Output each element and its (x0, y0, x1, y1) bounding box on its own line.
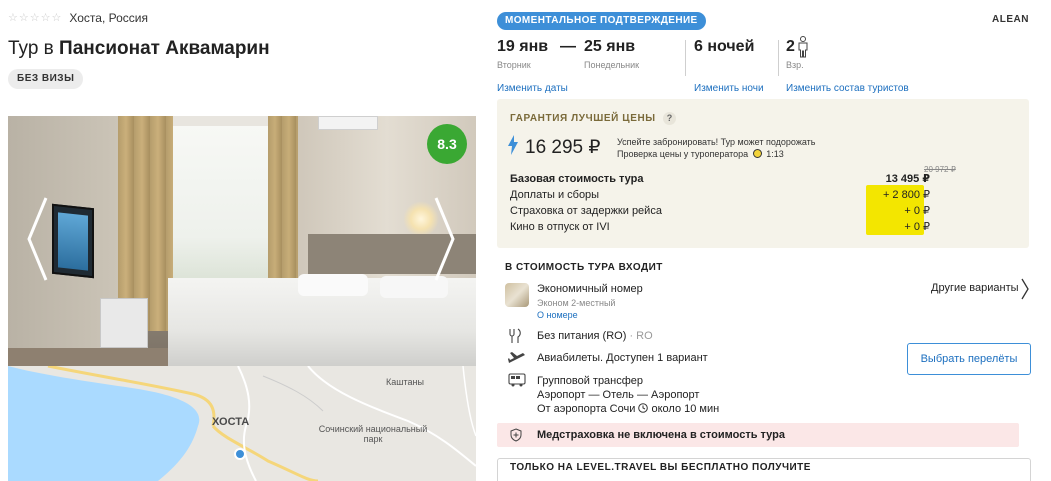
photo-air-conditioner (318, 116, 378, 130)
clock-icon (638, 403, 649, 413)
hotel-name[interactable]: Пансионат Аквамарин (59, 38, 270, 59)
photo-fridge (100, 298, 148, 348)
star-icon: ☆ (18, 11, 29, 24)
clock-icon (752, 149, 762, 158)
date-to: 25 янв Понедельник (584, 38, 639, 70)
date-to-day: Понедельник (584, 60, 640, 70)
total-price: 16 295 ₽ (525, 137, 601, 158)
room-details-link[interactable]: О номере (537, 310, 578, 320)
room-thumbnail[interactable] (505, 283, 529, 307)
price-row-value: 13 495 ₽ (885, 173, 930, 185)
transfer-duration: От аэропорта Сочи около 10 мин (537, 403, 719, 415)
nights-value: 6 ночей (694, 38, 755, 55)
price-row: Базовая стоимость тура 13 495 ₽ (510, 171, 930, 187)
price-check-label: Проверка цены у туроператора (617, 149, 749, 159)
price-row-value: + 0 ₽ (904, 221, 930, 233)
room-type: Эконом 2-местный (537, 298, 616, 308)
price-row-value: + 2 800 ₽ (882, 189, 930, 201)
star-icon: ☆ (8, 11, 18, 24)
map-label: Сочинский национальный парк (318, 424, 428, 444)
insurance-warning: Медстраховка не включена в стоимость тур… (497, 423, 1019, 447)
price-note: Успейте забронировать! Тур может подорож… (617, 136, 815, 160)
tourists-sub: Взр. (786, 60, 804, 70)
lightning-icon (508, 135, 518, 155)
date-from-value: 19 янв (497, 38, 549, 55)
change-nights-link[interactable]: Изменить ночи (694, 83, 764, 94)
hotel-column: ☆ ☆ ☆ ☆ ☆ Хоста, Россия Тур в Пансионат … (0, 0, 480, 481)
meal-plan-name: Без питания (RO) (537, 330, 627, 342)
date-dash: — (560, 38, 576, 55)
chevron-right-icon[interactable] (1020, 277, 1030, 301)
insurance-text: Медстраховка не включена в стоимость тур… (537, 429, 785, 441)
meal-plan: Без питания (RO) · RO (537, 330, 653, 342)
price-row-label: Доплаты и сборы (510, 189, 600, 201)
price-note-line2: Проверка цены у туроператора 1:13 (617, 148, 815, 160)
map-city-label: ХОСТА (212, 416, 250, 428)
photo-floor (8, 348, 168, 366)
best-price-guarantee: ГАРАНТИЯ ЛУЧШЕЙ ЦЕНЫ (510, 113, 656, 124)
tour-operator: ALEAN (992, 14, 1029, 25)
price-panel: ГАРАНТИЯ ЛУЧШЕЙ ЦЕНЫ ? 16 295 ₽ Успейте … (497, 99, 1029, 248)
price-row-value: + 0 ₽ (904, 205, 930, 217)
divider (778, 40, 779, 76)
meal-plan-code: · RO (629, 330, 653, 342)
shield-icon (510, 428, 522, 442)
chevron-right-icon[interactable] (434, 196, 456, 282)
change-tourists-link[interactable]: Изменить состав туристов (786, 83, 909, 94)
price-row-label: Страховка от задержки рейса (510, 205, 662, 217)
other-variants-link[interactable]: Другие варианты (931, 282, 1019, 294)
page-title: Тур в Пансионат Аквамарин (8, 38, 270, 60)
promo-panel: ТОЛЬКО НА LEVEL.TRAVEL ВЫ БЕСПЛАТНО ПОЛУ… (497, 458, 1031, 481)
flights-info: Авиабилеты. Доступен 1 вариант (537, 352, 708, 364)
bus-icon (508, 373, 526, 387)
photo-tv (52, 203, 94, 279)
price-breakdown: Базовая стоимость тура 13 495 ₽ Доплаты … (510, 171, 930, 235)
transfer-route: Аэропорт — Отель — Аэропорт (537, 389, 700, 401)
star-icon: ☆ (29, 11, 40, 24)
transfer-origin: От аэропорта Сочи (537, 403, 636, 415)
price-row: Страховка от задержки рейса + 0 ₽ (510, 203, 930, 219)
hotel-photo[interactable] (8, 116, 476, 366)
date-from: 19 янв Вторник (497, 38, 548, 70)
hotel-location: Хоста, Россия (69, 11, 148, 25)
price-row-label: Кино в отпуск от IVI (510, 221, 610, 233)
chevron-left-icon[interactable] (26, 196, 48, 282)
price-row: Доплаты и сборы + 2 800 ₽ (510, 187, 930, 203)
date-from-day: Вторник (497, 60, 531, 70)
star-rating: ☆ ☆ ☆ ☆ ☆ (8, 11, 62, 24)
promo-title: ТОЛЬКО НА LEVEL.TRAVEL ВЫ БЕСПЛАТНО ПОЛУ… (510, 462, 811, 473)
help-icon[interactable]: ? (663, 112, 676, 125)
map-label: Каштаны (386, 377, 424, 387)
price-check-timer: 1:13 (766, 149, 784, 159)
instant-confirmation-badge: МОМЕНТАЛЬНОЕ ПОДТВЕРЖДЕНИЕ (497, 12, 706, 30)
change-dates-link[interactable]: Изменить даты (497, 83, 568, 94)
dining-icon (509, 328, 521, 343)
photo-pillow (298, 274, 368, 296)
title-prefix: Тур в (8, 38, 54, 59)
transfer-title: Групповой трансфер (537, 375, 644, 387)
hotel-meta: ☆ ☆ ☆ ☆ ☆ Хоста, Россия (8, 11, 148, 25)
photo-tv-screen (58, 212, 88, 271)
transfer-time: около 10 мин (651, 403, 720, 415)
date-to-value: 25 янв (584, 38, 636, 55)
choose-flights-button[interactable]: Выбрать перелёты (907, 343, 1031, 375)
adult-icon (798, 36, 808, 58)
room-name: Экономичный номер (537, 283, 643, 295)
star-icon: ☆ (40, 11, 51, 24)
airplane-icon (508, 352, 525, 363)
price-note-line1: Успейте забронировать! Тур может подорож… (617, 137, 816, 147)
star-icon: ☆ (51, 11, 62, 24)
rating-badge: 8.3 (427, 124, 467, 164)
price-row-label: Базовая стоимость тура (510, 173, 644, 185)
divider (685, 40, 686, 76)
nights: 6 ночей (694, 38, 754, 56)
includes-title: В СТОИМОСТЬ ТУРА ВХОДИТ (505, 262, 663, 273)
price-row: Кино в отпуск от IVI + 0 ₽ (510, 219, 930, 235)
visa-badge: БЕЗ ВИЗЫ (8, 69, 84, 89)
